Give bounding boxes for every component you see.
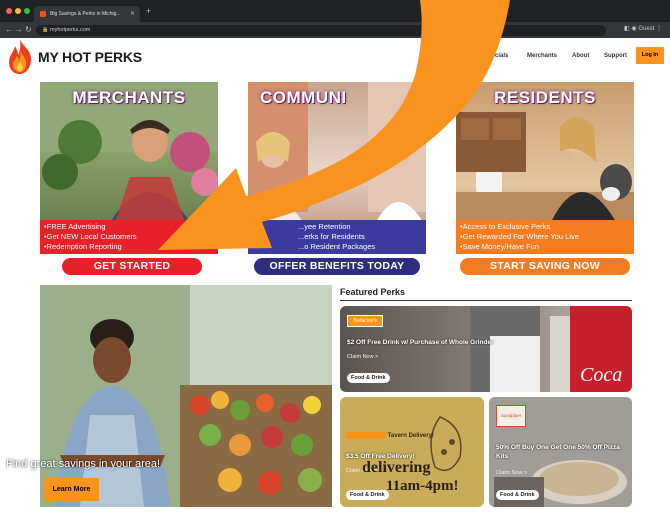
communities-title: COMMUNI xyxy=(260,88,347,107)
featured-card-1[interactable]: Coca Bellacino's $2 Off Free Drink w/ Pu… xyxy=(340,306,632,392)
communities-benefit-2: ...erks for Residents xyxy=(298,232,365,241)
communities-panel[interactable]: COMMUNI ...yee Retention ...erks for Res… xyxy=(248,82,426,254)
offer-benefits-button[interactable]: OFFER BENEFITS TODAY xyxy=(254,258,420,275)
nav-support[interactable]: Support xyxy=(604,53,627,59)
login-button[interactable]: Log In xyxy=(636,47,664,64)
card-2-banner: Tavern Delivery! xyxy=(346,432,476,441)
photo-frame: Big Savings & Perks in Michig... ✕ + ← →… xyxy=(0,0,670,514)
sandpiper-logo: Sandpiper xyxy=(496,405,526,427)
nav-about[interactable]: About xyxy=(572,53,589,59)
learn-more-button[interactable]: Learn More xyxy=(44,478,99,501)
card-1-title: $2 Off Free Drink w/ Purchase of Whole G… xyxy=(347,339,494,346)
back-icon[interactable]: ← xyxy=(5,25,13,35)
nav-specials[interactable]: Specials xyxy=(484,53,508,59)
residents-benefit-2: •Get Rewarded For Where You Live xyxy=(460,232,579,241)
lock-icon: 🔒 xyxy=(42,27,49,33)
card-2-banner-mark xyxy=(346,432,386,439)
card-2-banner-text: Tavern Delivery! xyxy=(387,433,434,440)
residents-benefits: •Access to Exclusive Perks •Get Rewarded… xyxy=(456,220,634,254)
featured-title: Featured Perks xyxy=(340,287,406,297)
card-3-title: 50% Off Buy One Get One 50% Off Pizza Ki… xyxy=(496,444,620,460)
reload-icon[interactable]: ↻ xyxy=(25,25,32,35)
profile-icon[interactable]: ◉ xyxy=(631,26,636,32)
card-2-overlay-2: 11am-4pm! xyxy=(386,478,459,494)
hero-text: Find great savings in your area! xyxy=(6,458,161,470)
hero-photo xyxy=(40,285,332,507)
nav-merchants[interactable]: Merchants xyxy=(527,53,557,59)
tab-title: Big Savings & Perks in Michig... xyxy=(50,11,121,17)
residents-benefit-3: •Save Money/Have Fun xyxy=(460,242,539,251)
brand-name[interactable]: MY HOT PERKS xyxy=(38,49,142,65)
flame-logo-icon[interactable] xyxy=(6,39,34,75)
merchants-title: MERCHANTS xyxy=(72,88,186,107)
url-text: myhotperks.com xyxy=(50,27,91,33)
profile-label: Guest xyxy=(638,26,655,32)
tab-bar: Big Savings & Perks in Michig... ✕ + xyxy=(0,0,670,22)
favicon-icon xyxy=(40,11,46,17)
address-bar[interactable]: 🔒 myhotperks.com xyxy=(36,25,606,36)
communities-benefits: ...yee Retention ...erks for Residents .… xyxy=(248,220,426,254)
merchants-benefit-3: •Redemption Reporting xyxy=(44,242,122,251)
residents-panel[interactable]: RESIDENTS •Access to Exclusive Perks •Ge… xyxy=(456,82,634,254)
bellacinos-logo: Bellacino's xyxy=(347,315,383,327)
residents-benefit-1: •Access to Exclusive Perks xyxy=(460,222,551,231)
card-2-tag[interactable]: Food & Drink xyxy=(346,490,389,500)
minimize-window-dot[interactable] xyxy=(15,8,21,14)
sidebar-toggle-icon[interactable]: ◧ xyxy=(624,26,630,32)
maximize-window-dot[interactable] xyxy=(24,8,30,14)
communities-benefit-3: ...o Resident Packages xyxy=(298,242,376,251)
menu-icon[interactable]: ⋮ xyxy=(656,26,662,32)
card-3-tag[interactable]: Food & Drink xyxy=(496,490,539,500)
communities-benefit-1: ...yee Retention xyxy=(298,222,351,231)
svg-text:Coca: Coca xyxy=(580,364,622,386)
forward-icon[interactable]: → xyxy=(15,25,23,35)
card-2-overlay: delivering xyxy=(362,459,431,476)
hero-banner xyxy=(40,285,332,507)
card-1-tag[interactable]: Food & Drink xyxy=(347,373,390,383)
browser-window: Big Savings & Perks in Michig... ✕ + ← →… xyxy=(0,0,670,514)
new-tab-icon[interactable]: + xyxy=(146,6,151,16)
get-started-button[interactable]: GET STARTED xyxy=(62,258,202,275)
merchants-benefit-1: •FREE Advertising xyxy=(44,222,106,231)
browser-tab[interactable]: Big Savings & Perks in Michig... ✕ xyxy=(34,6,140,22)
featured-card-2[interactable]: Tavern Delivery! $3.5 Off Free Delivery!… xyxy=(340,397,484,507)
close-tab-icon[interactable]: ✕ xyxy=(130,10,135,17)
card-3-claim[interactable]: Claim Now > xyxy=(496,470,527,476)
featured-divider xyxy=(340,300,632,301)
featured-card-3[interactable]: Sandpiper 50% Off Buy One Get One 50% Of… xyxy=(489,397,632,507)
start-saving-button[interactable]: START SAVING NOW xyxy=(460,258,630,275)
residents-title: RESIDENTS xyxy=(494,88,596,107)
merchants-benefits: •FREE Advertising •Get NEW Local Custome… xyxy=(40,220,218,254)
close-window-dot[interactable] xyxy=(6,8,12,14)
toolbar: ← → ↻ 🔒 myhotperks.com ◧ ◉ Guest ⋮ xyxy=(0,22,670,38)
merchants-panel[interactable]: MERCHANTS •FREE Advertising •Get NEW Loc… xyxy=(40,82,218,254)
profile-area[interactable]: ◧ ◉ Guest ⋮ xyxy=(624,25,662,32)
site-header: MY HOT PERKS Specials Merchants About Su… xyxy=(0,38,670,76)
card-1-claim[interactable]: Claim Now > xyxy=(347,354,378,360)
merchants-benefit-2: •Get NEW Local Customers xyxy=(44,232,137,241)
